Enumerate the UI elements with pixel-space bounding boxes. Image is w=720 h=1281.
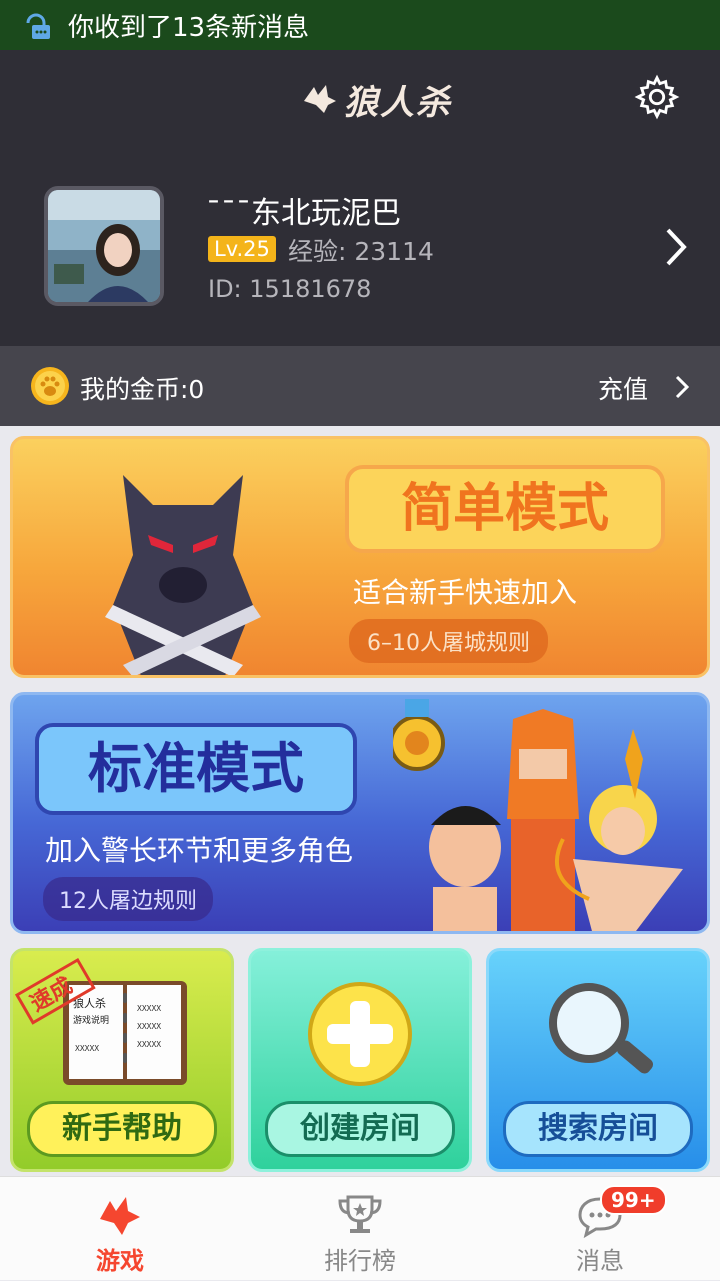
- book-subtitle-text: 游戏说明: [73, 1014, 109, 1026]
- coin-bar[interactable]: 我的金币:0 充值: [0, 346, 720, 426]
- nickname: ¯¯¯东北玩泥巴: [206, 196, 401, 231]
- create-room-tile[interactable]: 创建房间: [248, 948, 472, 1172]
- book-lines-text: XXXXX: [75, 1044, 99, 1053]
- standard-mode-rule: 12人屠边规则: [43, 877, 213, 921]
- search-room-tile[interactable]: 搜索房间: [486, 948, 710, 1172]
- level-badge: Lv.25: [208, 236, 276, 262]
- characters-illustration: [393, 699, 683, 931]
- simple-mode-subtitle: 适合新手快速加入: [353, 576, 578, 609]
- book-lines-text: XXXXX: [137, 1004, 161, 1013]
- tab-ranking-label: 排行榜: [324, 1247, 396, 1275]
- avatar-photo: [48, 190, 160, 302]
- settings-gear-icon[interactable]: [634, 74, 680, 120]
- bottom-tab-bar: 游戏 排行榜 99+ 消息: [0, 1176, 720, 1280]
- tab-game-label: 游戏: [96, 1247, 144, 1275]
- experience-text: 经验: 23114: [288, 237, 434, 266]
- coin-balance: 我的金币:0: [80, 375, 205, 404]
- help-tile[interactable]: 狼人杀 游戏说明 XXXXX XXXXX XXXXX XXXXX 速成 新手帮助: [10, 948, 234, 1172]
- recharge-chevron-icon[interactable]: [674, 374, 690, 400]
- simple-mode-rule: 6–10人屠城规则: [349, 619, 548, 663]
- logo-text: 狼人杀: [344, 82, 452, 123]
- book-lines-text: XXXXX: [137, 1040, 161, 1049]
- recharge-link[interactable]: 充值: [598, 370, 648, 406]
- wolf-head-icon: [100, 1197, 140, 1235]
- guide-book-icon: 狼人杀 游戏说明 XXXXX XXXXX XXXXX XXXXX 速成: [14, 957, 187, 1085]
- simple-mode-card[interactable]: 简单模式 适合新手快速加入 6–10人屠城规则: [10, 436, 710, 678]
- wolf-logo-icon: [304, 85, 336, 113]
- tab-messages[interactable]: 99+ 消息: [480, 1177, 720, 1281]
- notification-text: 你收到了13条新消息: [68, 12, 310, 43]
- wolf-mascot-illustration: [105, 475, 261, 675]
- standard-mode-card[interactable]: 标准模式 加入警长环节和更多角色 12人屠边规则: [10, 692, 710, 934]
- profile-header: 狼人杀 ¯¯¯东北玩泥巴 Lv.25 经验: 23114 ID: 1518167…: [0, 50, 720, 346]
- tab-ranking[interactable]: 排行榜: [240, 1177, 480, 1281]
- chat-notification-icon: [26, 13, 50, 39]
- user-id: ID: 15181678: [208, 275, 372, 303]
- messages-badge: 99+: [600, 1185, 667, 1215]
- tab-game[interactable]: 游戏: [0, 1177, 240, 1281]
- trophy-icon: [338, 1195, 382, 1233]
- simple-mode-title: 简单模式: [345, 465, 665, 553]
- help-label: 新手帮助: [27, 1101, 217, 1157]
- app-logo: 狼人杀: [300, 74, 452, 124]
- create-room-label: 创建房间: [265, 1101, 455, 1157]
- profile-chevron-right-icon[interactable]: [660, 226, 690, 268]
- magnifier-icon: [549, 983, 654, 1074]
- plus-icon: [308, 982, 412, 1086]
- standard-mode-title: 标准模式: [35, 723, 357, 815]
- status-bar: 你收到了13条新消息: [0, 0, 720, 50]
- avatar[interactable]: [44, 186, 164, 306]
- standard-mode-subtitle: 加入警长环节和更多角色: [45, 834, 354, 867]
- tab-messages-label: 消息: [576, 1247, 624, 1275]
- paw-coin-icon: [31, 367, 69, 405]
- book-lines-text: XXXXX: [137, 1022, 161, 1031]
- search-room-label: 搜索房间: [503, 1101, 693, 1157]
